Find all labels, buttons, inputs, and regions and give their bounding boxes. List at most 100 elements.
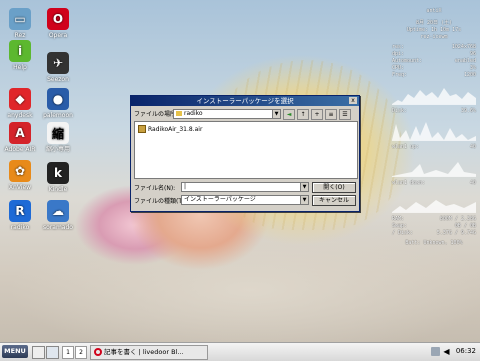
- desktop-icon-label: Adobe AIR: [4, 146, 36, 153]
- conky-mem-row: RAM: 800M / 2.38G: [392, 216, 476, 223]
- filename-label: ファイル名(N):: [134, 185, 176, 192]
- desktop-icon-soramado[interactable]: ☁ soramado: [38, 200, 78, 231]
- filename-value: |: [184, 183, 187, 190]
- list-item[interactable]: RadikoAir_31.8.air: [138, 125, 202, 133]
- file-select-dialog: インストーラーパッケージを選択 x ファイルの場所(I): radiko ▼ ◄…: [130, 95, 360, 212]
- file-name: RadikoAir_31.8.air: [148, 125, 203, 133]
- conky-stat-text: 1200: [463, 72, 476, 78]
- conky-mem-text: / Disk:: [392, 230, 414, 236]
- conky-stat-text: Automount:: [392, 58, 423, 64]
- conky-stat-text: 1024x768: [451, 44, 476, 50]
- wlan-up-graph: [392, 152, 476, 177]
- kindle-icon: k: [47, 162, 69, 184]
- conky-date: 8月 20日 (土): [415, 20, 453, 26]
- start-menu-button[interactable]: MENU: [2, 345, 28, 358]
- window-list-icon[interactable]: [46, 346, 59, 359]
- folder-icon: [176, 111, 182, 116]
- conky-stat-row: dpi: 96: [392, 51, 476, 58]
- back-icon[interactable]: ◄: [283, 109, 295, 120]
- workspace-1[interactable]: 1: [62, 346, 74, 359]
- conky-stat-text: enabled: [454, 58, 476, 64]
- desktop-icon-label: radiko: [10, 224, 30, 231]
- conky-stat-text: 3%: [469, 65, 476, 71]
- volume-icon[interactable]: ◀: [442, 347, 451, 356]
- conky-mem-row: Swap: 0B / 0B: [392, 223, 476, 230]
- desktop: ▭ Rez i Help ◆ anydesk A Adobe AIR ✿ XnView Rradik…: [0, 0, 480, 342]
- conky-wlan-up: wlan1 up: 40: [392, 144, 476, 150]
- open-button[interactable]: 開く(O): [312, 182, 356, 193]
- look-in-combo[interactable]: radiko ▼: [173, 109, 281, 119]
- desktop-icon-label: Rez: [14, 32, 26, 39]
- opera-icon: [94, 348, 102, 356]
- disk-graph: [392, 116, 476, 141]
- conky-title: antiX: [426, 8, 442, 14]
- xnview-icon: ✿: [9, 160, 31, 182]
- desktop-icon-kindle[interactable]: k Kindle: [38, 162, 78, 193]
- file-list[interactable]: RadikoAir_31.8.air: [134, 121, 358, 179]
- desktop-icon-radiko[interactable]: Rradiko: [0, 200, 40, 231]
- file-icon: [138, 125, 146, 133]
- seezon-icon: ✈: [47, 52, 69, 74]
- desktop-icon-縮小専用[interactable]: 縮縮小専用: [38, 122, 78, 153]
- palemoon-icon: ●: [47, 88, 69, 110]
- conky-stat-row: CPU: 3%: [392, 65, 476, 72]
- desktop-icon-label: 縮小専用: [45, 146, 70, 153]
- taskbar-task-opera[interactable]: 記事を書く | livedoor Bl...: [90, 345, 208, 360]
- conky-batt: Batt: Unknown, 100%: [405, 240, 463, 246]
- taskbar: MENU 1 2 記事を書く | livedoor Bl... ◀ 06:32: [0, 342, 480, 361]
- conky-wlan-down: wlan1 down: 40: [392, 180, 476, 186]
- filetype-select[interactable]: インストーラーパッケージ ▼: [181, 195, 309, 205]
- new-folder-icon[interactable]: +: [311, 109, 323, 120]
- dialog-titlebar[interactable]: インストーラーパッケージを選択 x: [131, 96, 359, 106]
- conky-stat-text: res:: [392, 44, 405, 50]
- desktop-icon-palemoon[interactable]: ● palemoon: [38, 88, 78, 119]
- conky-disk: Disk: 39.6%: [392, 108, 476, 114]
- filetype-label: ファイルの種類(T):: [134, 198, 187, 205]
- opera-icon: O: [47, 8, 69, 30]
- desktop-icon-xnview[interactable]: ✿ XnView: [0, 160, 40, 191]
- workspace-2[interactable]: 2: [75, 346, 87, 359]
- conky-stat-row: Automount: enabled: [392, 58, 476, 65]
- anydesk-icon: ◆: [9, 88, 31, 110]
- up-folder-icon[interactable]: ↑: [297, 109, 309, 120]
- desktop-icon-opera[interactable]: O Opera: [38, 8, 78, 39]
- task-label: 記事を書く | livedoor Bl...: [104, 348, 184, 356]
- clock[interactable]: 06:32: [456, 345, 476, 358]
- desktop-icon-label: XnView: [8, 184, 32, 191]
- conky-mem-text: RAM:: [392, 216, 405, 222]
- chevron-down-icon[interactable]: ▼: [300, 196, 308, 204]
- adobe-air-icon: A: [9, 122, 31, 144]
- show-desktop-icon[interactable]: [32, 346, 45, 359]
- desktop-icon-label: anydesk: [7, 112, 33, 119]
- rez-icon: ▭: [9, 8, 31, 30]
- filename-field[interactable]: | ▼: [181, 182, 309, 192]
- conky-mem-text: Swap:: [392, 223, 408, 229]
- radiko-icon: R: [9, 200, 31, 222]
- desktop-icon-help[interactable]: i Help: [0, 40, 40, 71]
- desktop-icon-label: palemoon: [43, 112, 73, 119]
- desktop-icon-label: Help: [13, 64, 27, 71]
- filetype-value: インストーラーパッケージ: [184, 196, 256, 203]
- soramado-icon: ☁: [47, 200, 69, 222]
- help-icon: i: [9, 40, 31, 62]
- desktop-icon-label: Kindle: [48, 186, 68, 193]
- conky-mem-text: 5.37G / 9.74G: [436, 230, 476, 236]
- chevron-down-icon[interactable]: ▼: [272, 110, 280, 118]
- list-view-icon[interactable]: ≡: [325, 109, 337, 120]
- look-in-value: radiko: [184, 110, 203, 117]
- desktop-icon-adobe-air[interactable]: A Adobe AIR: [0, 122, 40, 153]
- cancel-button[interactable]: キャンセル: [312, 195, 356, 206]
- chevron-down-icon[interactable]: ▼: [300, 183, 308, 191]
- conky-mem-text: 800M / 2.38G: [439, 216, 476, 222]
- desktop-icon-anydesk[interactable]: ◆ anydesk: [0, 88, 40, 119]
- conky-user: rez-icewm: [420, 34, 448, 40]
- conky-mem-text: 0B / 0B: [454, 223, 476, 229]
- cpu-graph: [392, 80, 476, 105]
- conky-stat-text: 96: [469, 51, 476, 57]
- detail-view-icon[interactable]: ☰: [339, 109, 351, 120]
- desktop-icon-seezon[interactable]: ✈ Seezon: [38, 52, 78, 83]
- close-button[interactable]: x: [349, 97, 357, 104]
- desktop-icon-rez[interactable]: ▭ Rez: [0, 8, 40, 39]
- monitor-icon[interactable]: [431, 347, 440, 356]
- dialog-title: インストーラーパッケージを選択: [196, 97, 294, 105]
